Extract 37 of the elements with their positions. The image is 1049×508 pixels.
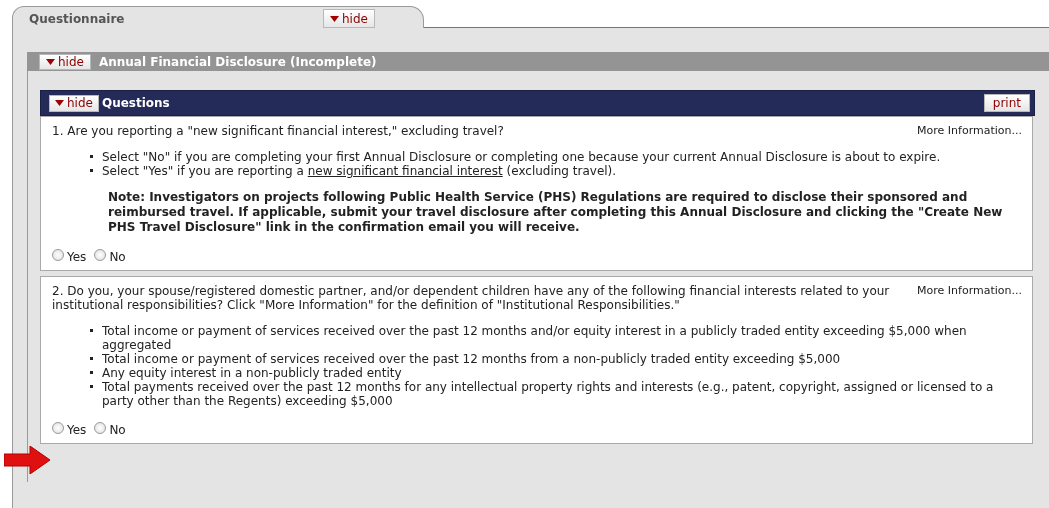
bullet-text: Total payments received over the past 12 months for any intellectual property rights and interests (e.g., patent, copyright, assigned or licensed to a party other than the Regents) exceeding $5,000 (102, 380, 994, 408)
print-button[interactable]: print (983, 94, 1030, 112)
hide-button[interactable]: hide (49, 94, 99, 112)
bullet-mark (90, 329, 93, 332)
option-label: Yes (67, 423, 87, 437)
arrow-icon (4, 446, 50, 474)
bullet-text: Any equity interest in a non-publicly traded entity (102, 366, 402, 380)
bullet-mark (90, 371, 93, 374)
caret-icon (330, 15, 339, 22)
bullet-mark (90, 169, 93, 172)
section-title: Annual Financial Disclosure (Incomplete) (98, 54, 377, 69)
tab-title: Questionnaire (29, 11, 126, 26)
question-text: 2. Do you, your spouse/registered domestic partner, and/or dependent children have any of the following financial interests related to your institutional responsibilities? Click "More Information" for the definition of "Institutional Responsibilities." (52, 284, 891, 312)
bullet-mark (90, 155, 93, 158)
bullet-mark (90, 385, 93, 388)
more-information-link[interactable]: More Information... (917, 284, 1022, 298)
definition-link[interactable]: new significant financial interest (307, 164, 503, 178)
hide-button[interactable]: hide (323, 9, 375, 28)
option-label: No (109, 250, 126, 264)
option-label: No (109, 423, 126, 437)
panel-title: Questions (101, 96, 171, 110)
caret-icon (55, 100, 64, 106)
note-text: Note: Investigators on projects following Public Health Service (PHS) Regulations are required to disclose their sponsored and reimbursed travel. If applicable, submit your travel disclosure after completing this Annual Disclosure and clicking the "Create New PHS Travel Disclosure" link in the confirmation email you will receive. (108, 190, 1004, 235)
radio-button[interactable] (94, 422, 107, 434)
radio-button[interactable] (52, 249, 64, 261)
option-label: Yes (67, 250, 87, 264)
hide-button[interactable]: hide (39, 53, 91, 70)
bullet-text: Total income or payment of services received over the past 12 months and/or equity interest in a publicly traded entity exceeding $5,000 when aggregated (102, 324, 967, 352)
caret-icon (46, 58, 55, 65)
question-text: 1. Are you reporting a "new significant financial interest," excluding travel? (52, 124, 504, 138)
bullet-text: Select "Yes" if you are reporting a new significant financial interest (excluding travel). (102, 164, 617, 178)
bullet-text: Select "No" if you are completing your first Annual Disclosure or completing one because your current Annual Disclosure is about to expire. (102, 150, 941, 164)
bullet-mark (90, 357, 93, 360)
more-information-link[interactable]: More Information... (917, 124, 1022, 138)
radio-button[interactable] (94, 249, 107, 261)
radio-button[interactable] (52, 422, 64, 434)
bullet-text: Total income or payment of services received over the past 12 months from a non-publicly traded entity exceeding $5,000 (102, 352, 841, 366)
